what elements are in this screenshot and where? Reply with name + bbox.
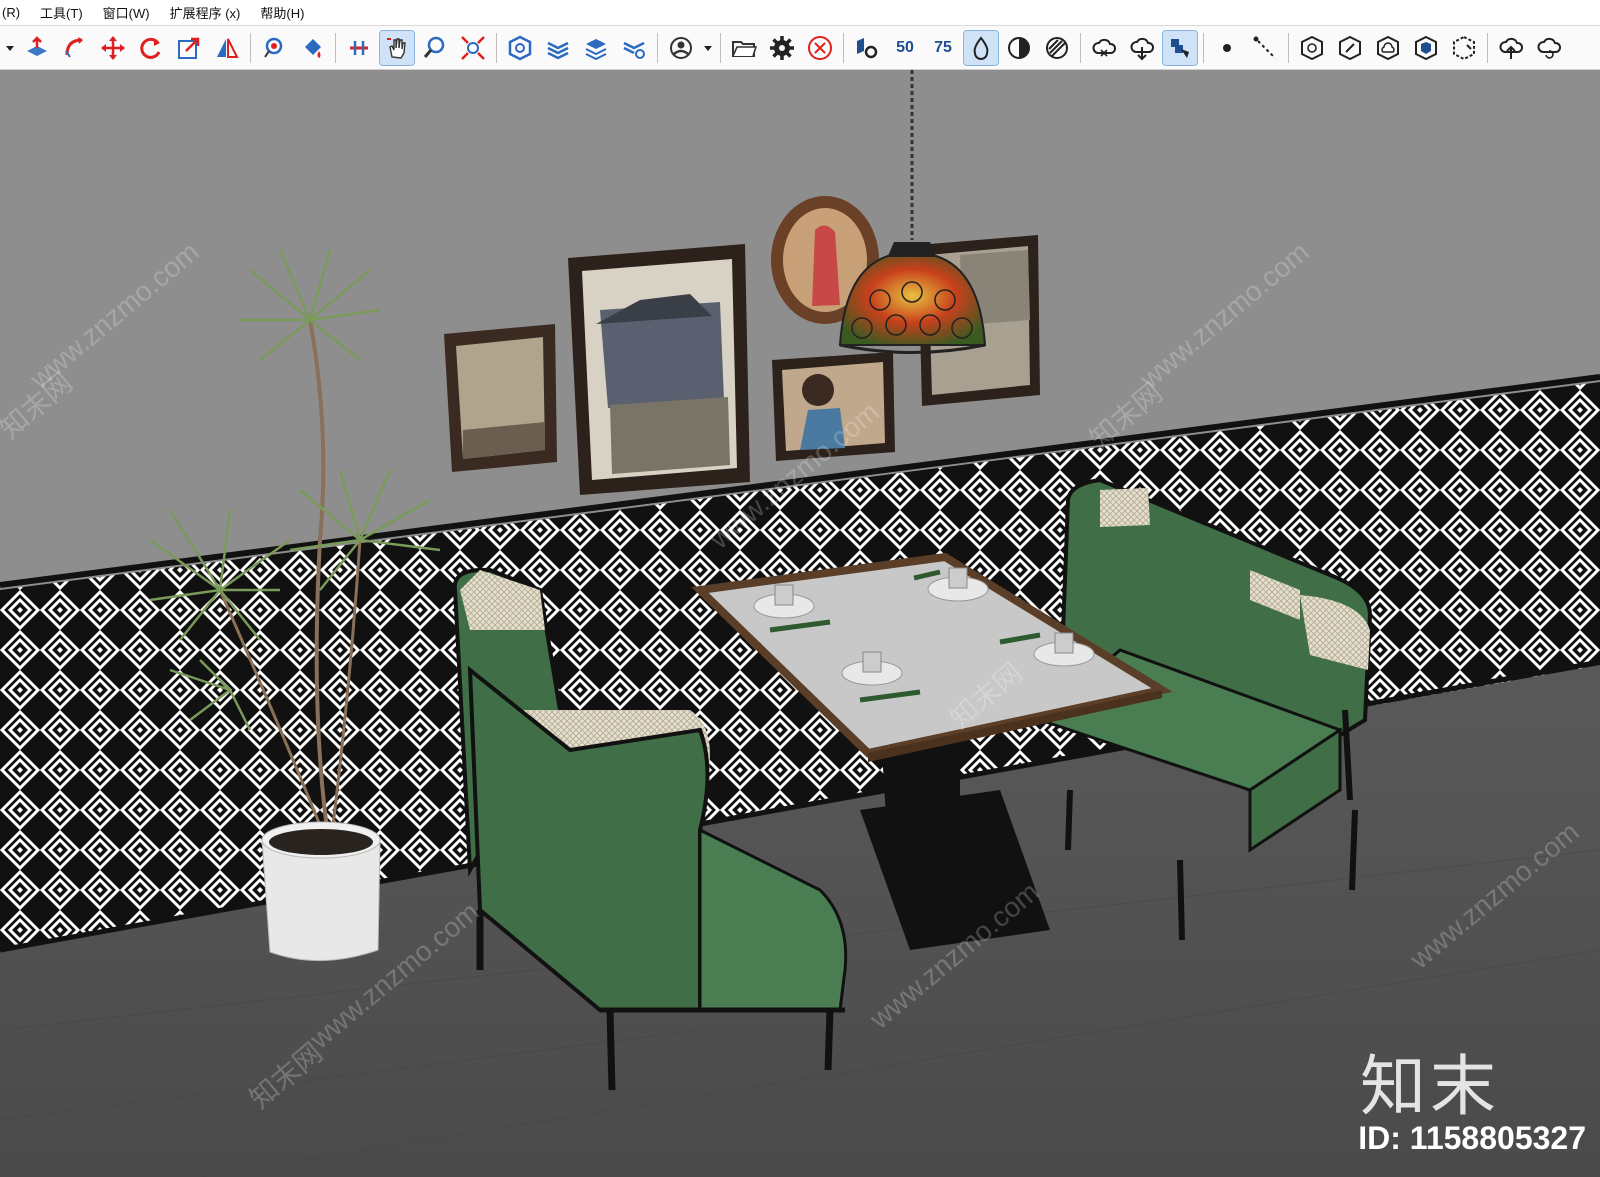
render-view-icon[interactable] <box>850 31 884 65</box>
toolbar-separator <box>843 32 844 63</box>
user-account-icon[interactable] <box>664 31 698 65</box>
paint-bucket-icon[interactable] <box>295 31 329 65</box>
cancel-icon[interactable] <box>803 31 837 65</box>
restaurant-booth-scene: www.znzmo.com www.znzmo.com www.znzmo.co… <box>0 70 1600 1177</box>
toolbar-separator <box>657 32 658 63</box>
cloud-download-icon[interactable] <box>1125 31 1159 65</box>
model-stack-icon[interactable] <box>1162 29 1198 66</box>
rotate-icon[interactable] <box>134 31 168 65</box>
layers-settings-icon[interactable] <box>617 31 651 65</box>
brand-logo: 知末 <box>1360 1048 1500 1125</box>
toolbar-separator <box>1080 32 1081 63</box>
dropdown-arrow-icon[interactable] <box>4 31 16 65</box>
quality-75-icon[interactable]: 75 <box>926 31 960 65</box>
menu-item-render[interactable]: (R) <box>0 5 30 20</box>
open-folder-icon[interactable] <box>727 31 761 65</box>
layers-stack-icon[interactable] <box>541 31 575 65</box>
move-icon[interactable] <box>96 31 130 65</box>
gear-icon[interactable] <box>765 31 799 65</box>
menu-item-tools[interactable]: 工具(T) <box>30 3 93 22</box>
menu-bar: (R) 工具(T) 窗口(W) 扩展程序 (x) 帮助(H) <box>0 0 1600 26</box>
photo-frame-tower <box>568 244 750 495</box>
component-settings-icon[interactable] <box>503 31 537 65</box>
toolbar-separator <box>720 32 721 63</box>
zoom-extents-icon[interactable] <box>456 31 490 65</box>
cloud-sync-icon[interactable] <box>1087 31 1121 65</box>
pan-hand-icon[interactable] <box>379 29 415 66</box>
layers-export-icon[interactable] <box>579 31 613 65</box>
cloud-upload-icon[interactable] <box>1494 31 1528 65</box>
water-drop-icon[interactable] <box>963 29 999 66</box>
cube-wire-icon[interactable] <box>1447 31 1481 65</box>
zoom-icon[interactable] <box>418 31 452 65</box>
cube-solid-icon[interactable] <box>1409 31 1443 65</box>
toolbar-separator <box>250 32 251 63</box>
toolbar-separator <box>1288 32 1289 63</box>
orbit-icon[interactable] <box>257 31 291 65</box>
toolbar-separator <box>1487 32 1488 63</box>
cloud-refresh-icon[interactable] <box>1532 31 1566 65</box>
dropdown-arrow-icon[interactable] <box>702 31 714 65</box>
cube-edit-icon[interactable] <box>1333 31 1367 65</box>
asset-id-label: ID: 1158805327 <box>1358 1120 1586 1156</box>
flip-icon[interactable] <box>210 31 244 65</box>
cube-history-icon[interactable] <box>1295 31 1329 65</box>
follow-me-icon[interactable] <box>58 31 92 65</box>
toolbar-separator <box>1203 32 1204 63</box>
section-plane-icon[interactable] <box>342 31 376 65</box>
main-toolbar: 50 75 <box>0 26 1600 70</box>
menu-item-window[interactable]: 窗口(W) <box>93 3 160 22</box>
model-viewport[interactable]: www.znzmo.com www.znzmo.com www.znzmo.co… <box>0 70 1600 1177</box>
photo-frame-left <box>444 324 557 472</box>
push-pull-icon[interactable] <box>20 31 54 65</box>
dashed-line-icon[interactable] <box>1248 31 1282 65</box>
toolbar-separator <box>496 32 497 63</box>
menu-item-extensions[interactable]: 扩展程序 (x) <box>160 3 251 22</box>
menu-item-help[interactable]: 帮助(H) <box>250 3 314 22</box>
texture-icon[interactable] <box>1040 31 1074 65</box>
scale-icon[interactable] <box>172 31 206 65</box>
toolbar-separator <box>335 32 336 63</box>
cube-cloud-icon[interactable] <box>1371 31 1405 65</box>
quality-50-icon[interactable]: 50 <box>888 31 922 65</box>
point-icon[interactable] <box>1210 31 1244 65</box>
contrast-icon[interactable] <box>1002 31 1036 65</box>
